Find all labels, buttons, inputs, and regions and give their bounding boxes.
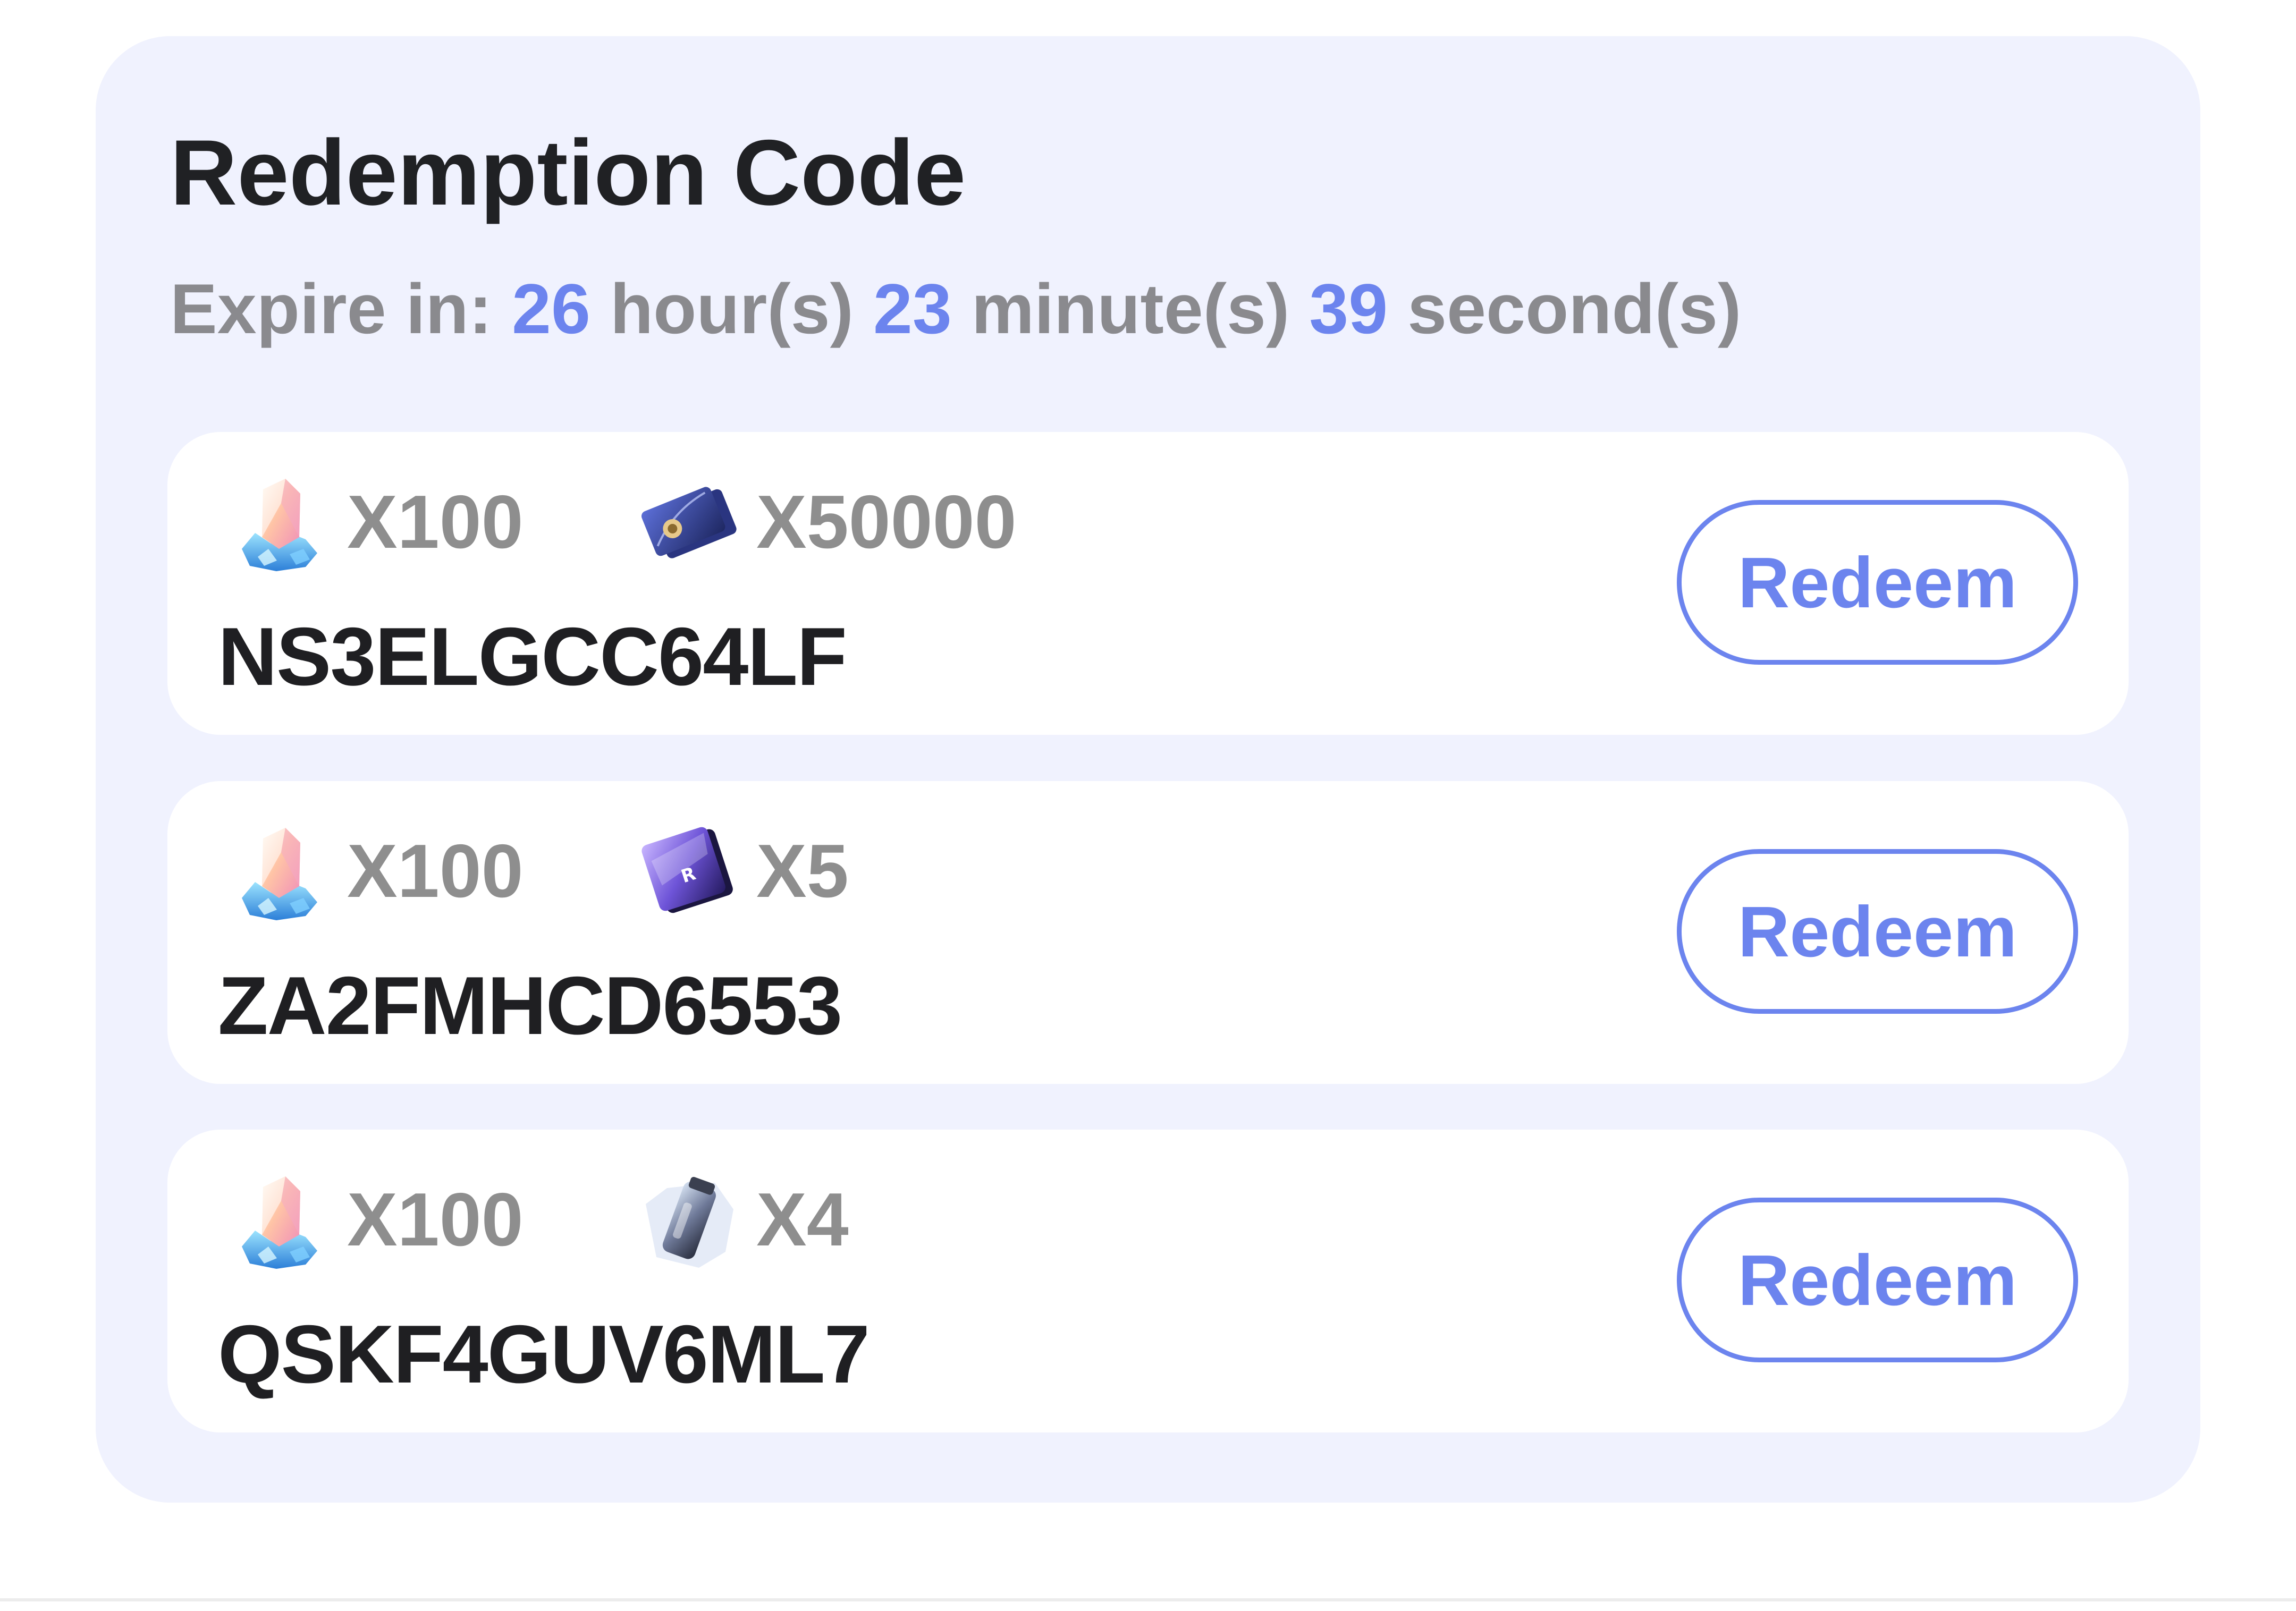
redemption-code: QSKF4GUV6ML7 xyxy=(218,1308,870,1400)
reward-quantity: X50000 xyxy=(756,480,1017,564)
crystal-icon xyxy=(226,469,332,575)
reward-item: X50000 xyxy=(635,464,1017,581)
reward-item: X5 xyxy=(635,813,849,930)
expire-seconds-unit: second(s) xyxy=(1407,270,1742,349)
reward-quantity: X100 xyxy=(347,480,524,564)
reward-quantity: X4 xyxy=(756,1177,849,1262)
redemption-code: ZA2FMHCD6553 xyxy=(218,960,842,1052)
crystal-icon xyxy=(226,1167,332,1273)
reward-item: X100 xyxy=(226,1161,524,1278)
credit-card-icon xyxy=(635,469,741,575)
expire-minutes-unit: minute(s) xyxy=(971,270,1290,349)
reward-item: X100 xyxy=(226,813,524,930)
redemption-code: NS3ELGCC64LF xyxy=(218,611,847,702)
expire-seconds-value: 39 xyxy=(1309,270,1388,349)
expire-countdown: Expire in: 26 hour(s) 23 minute(s) 39 se… xyxy=(170,274,1741,345)
redeem-button[interactable]: Redeem xyxy=(1677,849,2078,1014)
code-card: X100 X5 ZA2FMHCD6553 Redeem xyxy=(167,781,2129,1084)
reward-item: X4 xyxy=(635,1161,849,1278)
redeem-button[interactable]: Redeem xyxy=(1677,1198,2078,1362)
code-card: X100 X50000 NS3ELGCC64LF Redeem xyxy=(167,432,2129,735)
reward-quantity: X5 xyxy=(756,829,849,913)
expire-hours-unit: hour(s) xyxy=(610,270,854,349)
bottom-divider xyxy=(0,1598,2296,1601)
redemption-code-panel: Redemption Code Expire in: 26 hour(s) 23… xyxy=(96,36,2200,1503)
reward-quantity: X100 xyxy=(347,829,524,913)
expire-hours-value: 26 xyxy=(512,270,590,349)
redeem-button[interactable]: Redeem xyxy=(1677,500,2078,665)
ticket-pass-icon xyxy=(635,818,741,925)
reward-item: X100 xyxy=(226,464,524,581)
expire-prefix: Expire in: xyxy=(170,270,493,349)
expire-minutes-value: 23 xyxy=(873,270,952,349)
code-card: X100 X4 QSKF4GUV6ML7 Redeem xyxy=(167,1130,2129,1432)
crystal-icon xyxy=(226,818,332,925)
reward-quantity: X100 xyxy=(347,1177,524,1262)
panel-title: Redemption Code xyxy=(170,121,966,225)
material-canister-icon xyxy=(635,1167,741,1273)
